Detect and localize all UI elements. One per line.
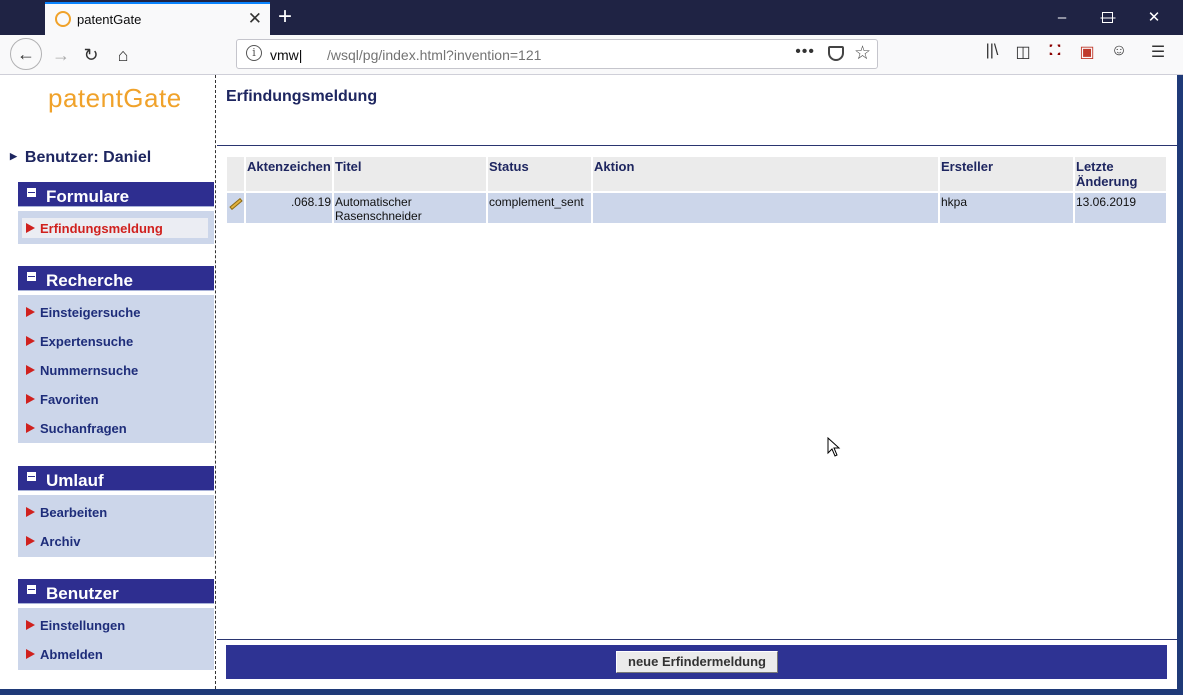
pencil-edit-icon[interactable] — [229, 197, 243, 211]
bullet-icon: ▶ — [10, 151, 17, 161]
section-title: Recherche — [46, 271, 133, 290]
column-header-titel[interactable]: Titel — [334, 157, 486, 191]
sidebar-toggle-icon[interactable]: ◫ — [1011, 42, 1035, 66]
cell-titel: Automatischer Rasenschneider — [334, 191, 486, 223]
reload-button[interactable]: ↻ — [76, 41, 106, 71]
arrow-right-icon — [26, 620, 35, 630]
close-window-icon[interactable]: ✕ — [1131, 0, 1177, 35]
info-icon[interactable]: i — [246, 45, 262, 61]
column-header-status[interactable]: Status — [488, 157, 591, 191]
close-tab-icon[interactable]: ✕ — [248, 9, 262, 29]
page-viewport: patentGate ▶ Benutzer: Daniel Formulare E… — [0, 75, 1177, 689]
menu-item-favoriten[interactable]: Favoriten — [22, 389, 208, 409]
bookmark-star-icon[interactable]: ☆ — [854, 42, 871, 65]
new-invention-report-button[interactable]: neue Erfindermeldung — [616, 651, 778, 673]
menu-icon[interactable]: ☰ — [1146, 42, 1170, 66]
column-header-letzte-aenderung[interactable]: Letzte Änderung — [1075, 157, 1166, 191]
divider — [217, 145, 1177, 146]
menu-item-einstellungen[interactable]: Einstellungen — [22, 615, 208, 635]
menu-item-erfindungsmeldung[interactable]: Erfindungsmeldung — [22, 218, 208, 238]
arrow-right-icon — [26, 307, 35, 317]
tab-title: patentGate — [77, 12, 142, 27]
section-benutzer-body: Einstellungen Abmelden — [18, 608, 214, 670]
home-button[interactable]: ⌂ — [108, 41, 138, 71]
cell-ersteller: hkpa — [940, 191, 1073, 223]
column-header-aktion[interactable]: Aktion — [593, 157, 938, 191]
section-umlauf[interactable]: Umlauf — [18, 466, 214, 491]
column-header-ersteller[interactable]: Ersteller — [940, 157, 1073, 191]
arrow-right-icon — [26, 223, 35, 233]
main-content: Erfindungsmeldung Aktenzeichen Titel Sta… — [217, 75, 1177, 689]
collapse-icon[interactable] — [27, 188, 36, 197]
browser-titlebar: patentGate ✕ + — ✕ — [0, 0, 1183, 35]
section-title: Formulare — [46, 187, 130, 206]
patentgate-favicon-icon — [55, 11, 71, 27]
table-row[interactable]: .068.19 Automatischer Rasenschneider com… — [227, 191, 1166, 223]
new-tab-icon[interactable]: + — [278, 3, 292, 31]
column-header-icon — [227, 157, 244, 191]
arrow-right-icon — [26, 336, 35, 346]
divider — [217, 639, 1177, 640]
arrow-right-icon — [26, 423, 35, 433]
action-bar: neue Erfindermeldung — [226, 645, 1167, 679]
url-bar[interactable]: i vmw| /wsql/pg/index.html?invention=121… — [236, 39, 878, 69]
cell-aktenzeichen: .068.19 — [246, 191, 332, 223]
extension-icon[interactable]: ▣ — [1075, 42, 1099, 66]
section-title: Umlauf — [46, 471, 104, 490]
back-button[interactable]: ← — [10, 38, 42, 70]
cell-letzte-aenderung: 13.06.2019 — [1075, 191, 1166, 223]
library-icon[interactable]: ||\ — [980, 42, 1004, 66]
arrow-right-icon — [26, 536, 35, 546]
url-host: vmw| — [270, 47, 303, 63]
collapse-icon[interactable] — [27, 585, 36, 594]
menu-item-einsteigersuche[interactable]: Einsteigersuche — [22, 302, 208, 322]
section-benutzer[interactable]: Benutzer — [18, 579, 214, 604]
mouse-cursor-icon — [827, 437, 841, 457]
collapse-icon[interactable] — [27, 272, 36, 281]
section-umlauf-body: Bearbeiten Archiv — [18, 495, 214, 557]
pocket-icon[interactable] — [828, 46, 844, 61]
browser-tab[interactable]: patentGate ✕ — [45, 2, 270, 35]
section-recherche-body: Einsteigersuche Expertensuche Nummernsuc… — [18, 295, 214, 443]
table-header-row: Aktenzeichen Titel Status Aktion Erstell… — [227, 157, 1166, 191]
section-formulare-body: Erfindungsmeldung — [18, 211, 214, 244]
cell-aktion — [593, 191, 938, 223]
inventions-table: Aktenzeichen Titel Status Aktion Erstell… — [225, 157, 1168, 223]
arrow-right-icon — [26, 365, 35, 375]
section-formulare[interactable]: Formulare — [18, 182, 214, 207]
cell-status: complement_sent — [488, 191, 591, 223]
edit-cell[interactable] — [227, 191, 244, 223]
column-header-aktenzeichen[interactable]: Aktenzeichen — [246, 157, 332, 191]
forward-button[interactable]: → — [46, 41, 76, 71]
page-actions-icon[interactable]: ••• — [795, 43, 815, 61]
menu-item-abmelden[interactable]: Abmelden — [22, 644, 208, 664]
collapse-icon[interactable] — [27, 472, 36, 481]
browser-navbar: ← → ↻ ⌂ i vmw| /wsql/pg/index.html?inven… — [0, 35, 1183, 75]
user-label: Benutzer: Daniel — [24, 149, 152, 166]
menu-item-suchanfragen[interactable]: Suchanfragen — [22, 418, 208, 438]
page-title: Erfindungsmeldung — [226, 88, 378, 105]
menu-item-archiv[interactable]: Archiv — [22, 531, 208, 551]
menu-item-expertensuche[interactable]: Expertensuche — [22, 331, 208, 351]
section-recherche[interactable]: Recherche — [18, 266, 214, 291]
url-path: /wsql/pg/index.html?invention=121 — [327, 47, 542, 63]
arrow-right-icon — [26, 394, 35, 404]
patentgate-logo[interactable]: patentGate — [48, 83, 182, 114]
section-title: Benutzer — [46, 584, 119, 603]
account-icon[interactable]: ☺ — [1107, 42, 1131, 66]
sidebar: patentGate ▶ Benutzer: Daniel Formulare E… — [0, 75, 216, 689]
arrow-right-icon — [26, 649, 35, 659]
menu-item-nummernsuche[interactable]: Nummernsuche — [22, 360, 208, 380]
menu-item-bearbeiten[interactable]: Bearbeiten — [22, 502, 208, 522]
minimize-window-icon[interactable]: – — [1039, 0, 1085, 35]
maximize-window-icon[interactable] — [1102, 12, 1113, 23]
current-user: ▶ Benutzer: Daniel — [10, 149, 151, 167]
arrow-right-icon — [26, 507, 35, 517]
ublock-icon[interactable]: ⛚ — [1043, 42, 1067, 66]
